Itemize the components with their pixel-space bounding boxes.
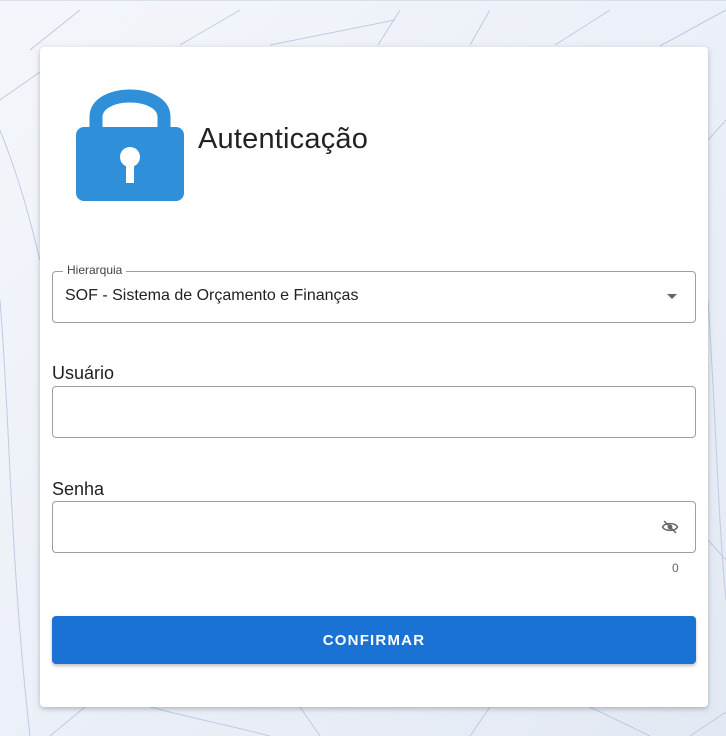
eye-off-icon[interactable] (661, 518, 679, 536)
user-label: Usuário (52, 363, 115, 383)
hierarchy-label: Hierarquia (63, 263, 127, 277)
lock-icon (76, 89, 184, 201)
card-header: Autenticação (76, 77, 368, 201)
password-label: Senha (52, 479, 105, 499)
dropdown-arrow-icon[interactable] (667, 294, 677, 299)
confirm-button[interactable]: CONFIRMAR (52, 616, 696, 664)
hierarchy-select-box[interactable]: Hierarquia SOF - Sistema de Orçamento e … (52, 263, 696, 323)
page-title: Autenticação (198, 122, 369, 155)
hierarchy-select[interactable]: Hierarquia SOF - Sistema de Orçamento e … (52, 263, 696, 323)
hierarchy-value: SOF - Sistema de Orçamento e Finanças (65, 287, 359, 304)
password-input[interactable] (53, 502, 667, 552)
password-field-box[interactable] (52, 501, 696, 553)
login-card: Autenticação Hierarquia SOF - Sistema de… (40, 47, 708, 707)
user-input[interactable] (53, 387, 667, 437)
password-char-counter: 0 (672, 561, 679, 575)
user-field-box[interactable] (52, 386, 696, 438)
